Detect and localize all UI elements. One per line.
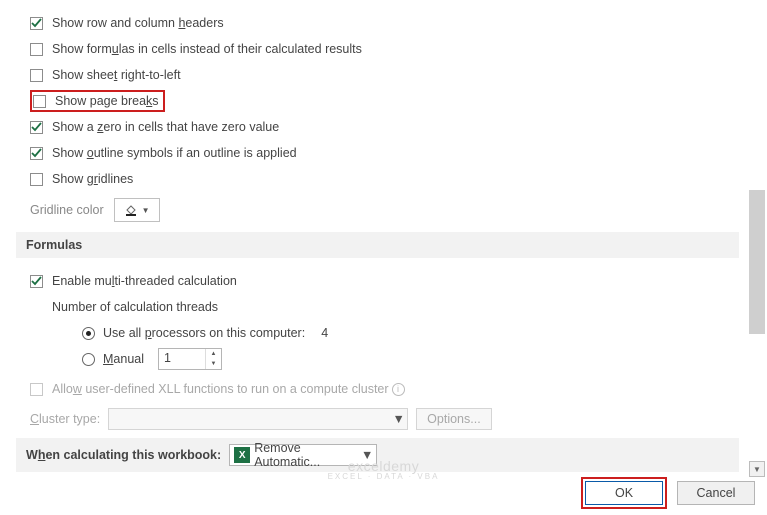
show-rtl-label: Show sheet right-to-left: [52, 68, 181, 82]
workbook-calc-label: When calculating this workbook:: [26, 448, 221, 462]
spinner-up-icon[interactable]: ▲: [206, 349, 221, 359]
gridline-color-button[interactable]: ▼: [114, 198, 160, 222]
cancel-button[interactable]: Cancel: [677, 481, 755, 505]
threads-label: Number of calculation threads: [52, 300, 218, 314]
show-rtl-checkbox[interactable]: [30, 69, 43, 82]
excel-icon: X: [234, 447, 250, 463]
spinner-down-icon[interactable]: ▼: [206, 359, 221, 369]
show-formulas-checkbox[interactable]: [30, 43, 43, 56]
scroll-down-button[interactable]: ▼: [749, 461, 765, 477]
show-gridlines-checkbox[interactable]: [30, 173, 43, 186]
xll-label: Allow user-defined XLL functions to run …: [52, 382, 389, 396]
processor-count: 4: [321, 326, 328, 340]
paint-bucket-icon: [124, 203, 138, 217]
show-zero-checkbox[interactable]: [30, 121, 43, 134]
chevron-down-icon[interactable]: ▼: [358, 448, 376, 462]
page-breaks-highlight: Show page breaks: [30, 90, 165, 112]
scrollbar-thumb[interactable]: [749, 190, 765, 334]
chevron-down-icon: ▼: [142, 206, 150, 215]
manual-label: Manual: [103, 352, 144, 366]
use-all-radio[interactable]: [82, 327, 95, 340]
multithread-label: Enable multi-threaded calculation: [52, 274, 237, 288]
cluster-options-button: Options...: [416, 408, 492, 430]
show-gridlines-label: Show gridlines: [52, 172, 133, 186]
show-headers-label: Show row and column headers: [52, 16, 224, 30]
show-formulas-label: Show formulas in cells instead of their …: [52, 42, 362, 56]
ok-highlight: OK: [581, 477, 667, 509]
show-headers-checkbox[interactable]: [30, 17, 43, 30]
formulas-section-header: Formulas: [16, 232, 739, 258]
cluster-type-label: Cluster type:: [30, 412, 100, 426]
show-outline-label: Show outline symbols if an outline is ap…: [52, 146, 297, 160]
chevron-down-icon: ▼: [389, 412, 407, 426]
multithread-checkbox[interactable]: [30, 275, 43, 288]
show-outline-checkbox[interactable]: [30, 147, 43, 160]
ok-button[interactable]: OK: [585, 481, 663, 505]
manual-spinner[interactable]: 1 ▲ ▼: [158, 348, 222, 370]
manual-radio[interactable]: [82, 353, 95, 366]
workbook-dropdown-value: Remove Automatic...: [254, 441, 358, 469]
show-zero-label: Show a zero in cells that have zero valu…: [52, 120, 279, 134]
cluster-type-dropdown: ▼: [108, 408, 408, 430]
show-page-breaks-checkbox[interactable]: [33, 95, 46, 108]
xll-checkbox: [30, 383, 43, 396]
manual-value[interactable]: 1: [159, 349, 205, 369]
use-all-label: Use all processors on this computer:: [103, 326, 305, 340]
info-icon: i: [392, 383, 405, 396]
show-page-breaks-label: Show page breaks: [55, 94, 159, 108]
gridline-color-label: Gridline color: [30, 203, 104, 217]
workbook-dropdown[interactable]: X Remove Automatic... ▼: [229, 444, 377, 466]
